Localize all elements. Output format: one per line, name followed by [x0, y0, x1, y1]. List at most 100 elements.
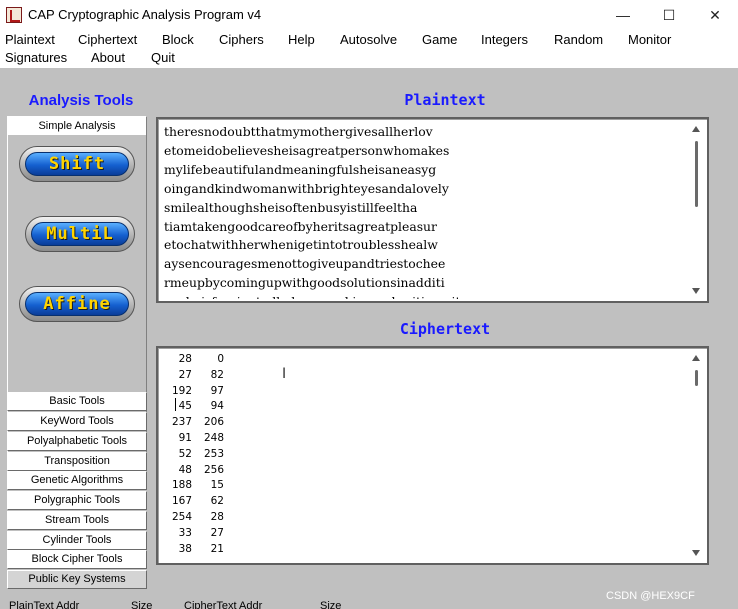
cipher-value-a: 188	[171, 479, 192, 492]
table-row: 48 256	[166, 463, 224, 479]
plaintext-title: Plaintext	[404, 91, 486, 109]
menu-autosolve[interactable]: Autosolve	[340, 32, 397, 47]
plaintext-line: rmeupbycomingupwithgoodsolutionsinadditi	[164, 275, 445, 291]
tab-block-cipher-tools[interactable]: Block Cipher Tools	[7, 550, 147, 569]
multil-button-face: MultiL	[31, 222, 129, 246]
cipher-value-b: 94	[210, 400, 224, 413]
cipher-value-a: 254	[171, 510, 192, 523]
ciphertext-scrollbar[interactable]	[689, 350, 705, 561]
text-caret	[175, 398, 176, 411]
table-row: 188 15	[166, 478, 224, 494]
minimize-icon: —	[616, 7, 630, 23]
analysis-tools-title: Analysis Tools	[28, 92, 134, 109]
plaintext-scrollbar[interactable]	[689, 121, 705, 299]
tab-simple-analysis[interactable]: Simple Analysis	[7, 116, 147, 136]
plaintext-line: tiamtakengoodcareofbyheritsagreatpleasur	[164, 218, 437, 234]
ciphertext-addr-label: CipherText Addr	[184, 600, 263, 609]
title-bar: CAP Cryptographic Analysis Program v4 — …	[0, 0, 738, 30]
tab-cylinder-tools[interactable]: Cylinder Tools	[7, 531, 147, 550]
menu-integers[interactable]: Integers	[481, 32, 528, 47]
table-row: 33 27	[166, 526, 224, 542]
ciphertext-table: 28 0 27 82 192 97 45 94 237 206 91 248 52 253 48 256 188…	[166, 352, 224, 557]
table-row: 237 206	[166, 415, 224, 431]
menu-about[interactable]: About	[91, 50, 125, 65]
plaintext-textarea[interactable]: theresnodoubtthatmymothergivesallherlov e…	[156, 117, 709, 303]
cipher-value-a: 48	[178, 463, 192, 476]
table-row: 254 28	[166, 510, 224, 526]
tab-basic-tools[interactable]: Basic Tools	[7, 392, 147, 411]
shift-button-face: Shift	[25, 152, 129, 176]
scroll-down-icon[interactable]	[692, 288, 700, 294]
scroll-up-icon[interactable]	[692, 355, 700, 361]
minimize-button[interactable]: —	[600, 0, 646, 30]
watermark: CSDN @HEX9CF	[606, 590, 695, 602]
affine-button[interactable]: Affine	[19, 286, 135, 322]
menu-random[interactable]: Random	[554, 32, 603, 47]
table-row: 91 248	[166, 431, 224, 447]
table-row: 52 253	[166, 447, 224, 463]
table-row: 27 82	[166, 368, 224, 384]
cipher-value-a: 38	[178, 542, 192, 555]
cipher-value-b: 206	[203, 416, 224, 429]
table-row: 28 0	[166, 352, 224, 368]
cipher-value-a: 167	[171, 495, 192, 508]
menu-ciphers[interactable]: Ciphers	[219, 32, 264, 47]
plaintext-line: theresnodoubtthatmymothergivesallherlov	[164, 124, 433, 139]
menu-block[interactable]: Block	[162, 32, 194, 47]
cipher-value-b: 256	[203, 463, 224, 476]
cipher-value-b: 15	[210, 479, 224, 492]
menu-quit[interactable]: Quit	[151, 50, 175, 65]
cipher-value-a: 28	[178, 353, 192, 365]
tab-genetic-algorithms[interactable]: Genetic Algorithms	[7, 471, 147, 490]
cipher-value-b: 82	[210, 368, 224, 381]
plaintext-line: onsheisfascinatedbyhomemakingandwritingw…	[164, 293, 687, 299]
cipher-value-a: 192	[171, 384, 192, 397]
scroll-thumb[interactable]	[695, 141, 698, 207]
cipher-value-b: 248	[203, 431, 224, 444]
scroll-down-icon[interactable]	[692, 550, 700, 556]
plaintext-content: theresnodoubtthatmymothergivesallherlov e…	[164, 123, 687, 299]
app-icon	[6, 7, 22, 23]
cipher-value-b: 62	[210, 495, 224, 508]
cipher-value-b: 253	[203, 447, 224, 460]
window-title: CAP Cryptographic Analysis Program v4	[28, 7, 262, 22]
cipher-value-a: 45	[178, 400, 192, 413]
affine-button-face: Affine	[25, 292, 129, 316]
tab-keyword-tools[interactable]: KeyWord Tools	[7, 412, 147, 431]
scroll-up-icon[interactable]	[692, 126, 700, 132]
cipher-value-a: 91	[178, 431, 192, 444]
tab-public-key-systems[interactable]: Public Key Systems	[7, 570, 147, 589]
menu-help[interactable]: Help	[288, 32, 315, 47]
plaintext-size-label: Size	[131, 600, 153, 609]
ciphertext-textarea[interactable]: 28 0 27 82 192 97 45 94 237 206 91 248 52 253 48 256 188…	[156, 346, 709, 565]
multil-button[interactable]: MultiL	[25, 216, 135, 252]
menu-plaintext[interactable]: Plaintext	[5, 32, 55, 47]
multil-button-label: MultiL	[46, 224, 114, 244]
tab-stream-tools[interactable]: Stream Tools	[7, 511, 147, 530]
tab-polygraphic-tools[interactable]: Polygraphic Tools	[7, 491, 147, 510]
close-button[interactable]: ✕	[692, 0, 738, 30]
plaintext-line: etochatwithherwhenigetintotroublesshealw	[164, 237, 438, 253]
menu-ciphertext[interactable]: Ciphertext	[78, 32, 137, 47]
ciphertext-size-label: Size	[320, 600, 342, 609]
shift-button[interactable]: Shift	[19, 146, 135, 182]
cipher-value-a: 237	[171, 416, 192, 429]
table-row: 38 21	[166, 542, 224, 558]
menu-signatures[interactable]: Signatures	[5, 50, 67, 65]
cipher-value-b: 28	[210, 510, 224, 523]
analysis-tools-panel: Analysis Tools Simple Analysis Shift Mul…	[0, 68, 152, 592]
menu-monitor[interactable]: Monitor	[628, 32, 671, 47]
scroll-thumb[interactable]	[695, 370, 698, 386]
plaintext-line: etomeidobelievesheisagreatpersonwhomakes	[164, 142, 450, 158]
cipher-value-b: 21	[210, 542, 224, 555]
maximize-button[interactable]: ☐	[646, 0, 692, 30]
plaintext-line: oingandkindwomanwithbrighteyesandalovely	[164, 180, 449, 196]
plaintext-addr-label: PlainText Addr	[9, 600, 80, 609]
table-row: 167 62	[166, 494, 224, 510]
cipher-value-a: 33	[178, 526, 192, 539]
cipher-value-b: 97	[210, 384, 224, 397]
shift-button-label: Shift	[48, 154, 106, 174]
menu-game[interactable]: Game	[422, 32, 457, 47]
tab-transposition[interactable]: Transposition	[7, 452, 147, 471]
tab-polyalphabetic-tools[interactable]: Polyalphabetic Tools	[7, 432, 147, 451]
